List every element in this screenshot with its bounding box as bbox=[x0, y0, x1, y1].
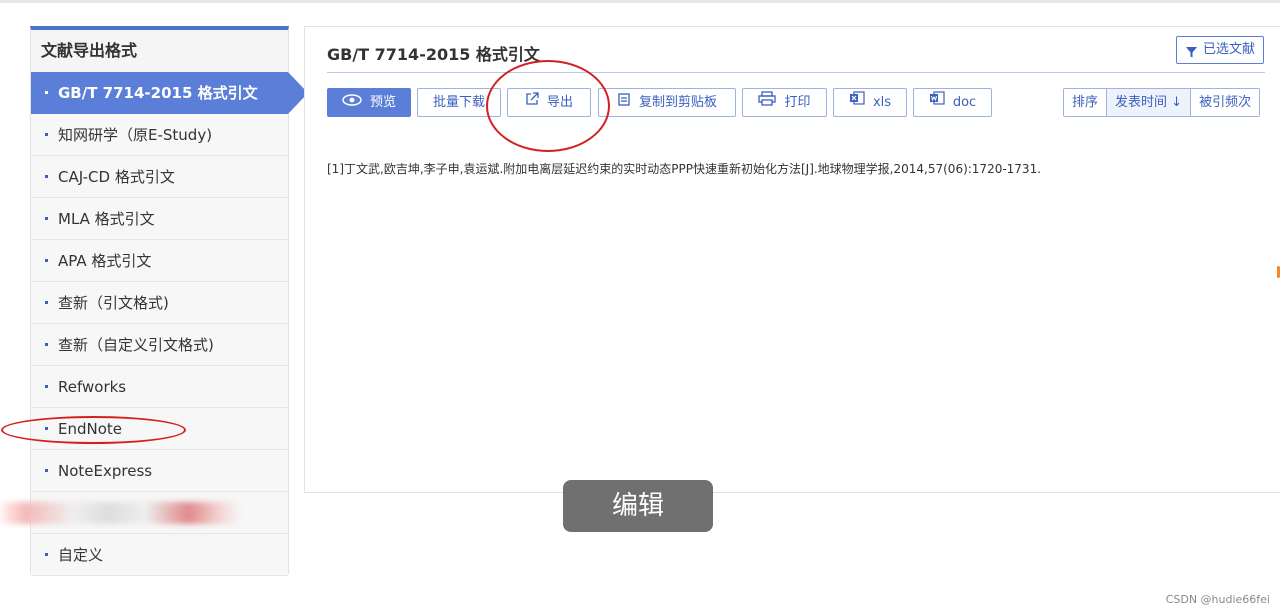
xls-label: xls bbox=[872, 95, 892, 110]
bullet-icon bbox=[45, 343, 48, 346]
sidebar-item-estudy[interactable]: 知网研学（原E-Study) bbox=[31, 114, 288, 156]
export-format-sidebar: 文献导出格式 GB/T 7714-2015 格式引文 知网研学（原E-Study… bbox=[1, 26, 308, 576]
print-label: 打印 bbox=[784, 95, 811, 110]
sidebar-item-gbt7714[interactable]: GB/T 7714-2015 格式引文 bbox=[31, 72, 308, 114]
export-button[interactable]: 导出 bbox=[507, 88, 591, 117]
bullet-icon bbox=[45, 385, 48, 388]
redaction-blur bbox=[1, 502, 241, 524]
bullet-icon bbox=[45, 217, 48, 220]
sidebar-item-endnote[interactable]: EndNote bbox=[31, 408, 288, 450]
sidebar-item-label: 查新（引文格式) bbox=[58, 294, 169, 312]
sidebar-item-label: CAJ-CD 格式引文 bbox=[58, 168, 175, 186]
sidebar-item-label: 查新（自定义引文格式) bbox=[58, 336, 214, 354]
sidebar-item-refworks[interactable]: Refworks bbox=[31, 366, 288, 408]
filter-icon bbox=[1185, 43, 1198, 69]
word-icon bbox=[929, 89, 945, 116]
pub-time-label: 发表时间 bbox=[1115, 95, 1168, 110]
sidebar-item-label: 知网研学（原E-Study) bbox=[58, 126, 213, 144]
format-list: GB/T 7714-2015 格式引文 知网研学（原E-Study) CAJ-C… bbox=[1, 72, 308, 576]
copy-clipboard-button[interactable]: 复制到剪贴板 bbox=[598, 88, 736, 117]
bullet-icon bbox=[45, 427, 48, 430]
sidebar-item-mla[interactable]: MLA 格式引文 bbox=[31, 198, 288, 240]
bullet-icon bbox=[45, 175, 48, 178]
bullet-icon bbox=[45, 133, 48, 136]
eye-icon bbox=[342, 89, 362, 116]
selected-docs-label: 已选文献 bbox=[1202, 42, 1255, 57]
export-doc-button[interactable]: doc bbox=[913, 88, 992, 117]
sidebar-item-label: 自定义 bbox=[58, 546, 104, 564]
sidebar-title: 文献导出格式 bbox=[31, 30, 288, 72]
sidebar-item-custom[interactable]: 自定义 bbox=[31, 534, 288, 576]
sidebar-item-noteexpress[interactable]: NoteExpress bbox=[31, 450, 288, 492]
batch-download-button[interactable]: 批量下载 bbox=[417, 88, 501, 117]
sidebar-item-label: EndNote bbox=[58, 420, 123, 438]
excel-icon bbox=[849, 89, 865, 116]
clipboard-icon bbox=[617, 89, 631, 116]
sidebar-item-label: Refworks bbox=[58, 378, 127, 396]
sidebar-item-label: GB/T 7714-2015 格式引文 bbox=[58, 84, 258, 102]
arrow-down-icon: ↓ bbox=[1167, 95, 1183, 110]
sidebar-item-label: NoteExpress bbox=[58, 462, 153, 480]
export-label: 导出 bbox=[546, 95, 573, 110]
sidebar-item-cajcd[interactable]: CAJ-CD 格式引文 bbox=[31, 156, 288, 198]
preview-button[interactable]: 预览 bbox=[327, 88, 411, 117]
citation-text: [1]丁文武,欧吉坤,李子申,袁运斌.附加电离层延迟约束的实时动态PPP快速重新… bbox=[327, 162, 1042, 176]
batch-download-label: 批量下载 bbox=[432, 95, 485, 110]
sidebar-item-novelty-custom[interactable]: 查新（自定义引文格式) bbox=[31, 324, 288, 366]
sidebar-item-label: APA 格式引文 bbox=[58, 252, 152, 270]
print-button[interactable]: 打印 bbox=[742, 88, 827, 117]
sort-by-pub-time[interactable]: 发表时间 ↓ bbox=[1107, 89, 1192, 116]
title-divider bbox=[327, 72, 1265, 73]
sidebar-item-apa[interactable]: APA 格式引文 bbox=[31, 240, 288, 282]
bullet-icon bbox=[45, 469, 48, 472]
bullet-icon bbox=[45, 301, 48, 304]
sort-controls: 排序 发表时间 ↓ 被引频次 bbox=[1063, 88, 1261, 117]
sidebar-item-redacted[interactable] bbox=[1, 492, 288, 534]
export-xls-button[interactable]: xls bbox=[833, 88, 907, 117]
external-link-icon bbox=[525, 89, 539, 116]
printer-icon bbox=[758, 89, 777, 116]
bullet-icon bbox=[45, 553, 48, 556]
citation-panel: GB/T 7714-2015 格式引文 已选文献 预览 批量下载 导出 复制到剪… bbox=[304, 26, 1280, 493]
sort-label: 排序 bbox=[1064, 89, 1108, 116]
sort-by-cited[interactable]: 被引频次 bbox=[1191, 89, 1260, 116]
sidebar-item-label: MLA 格式引文 bbox=[58, 210, 155, 228]
selected-docs-button[interactable]: 已选文献 bbox=[1175, 36, 1264, 64]
top-divider bbox=[0, 0, 1280, 3]
bullet-icon bbox=[45, 91, 48, 94]
preview-label: 预览 bbox=[369, 95, 396, 110]
doc-label: doc bbox=[952, 95, 977, 110]
bullet-icon bbox=[45, 259, 48, 262]
page-title: GB/T 7714-2015 格式引文 bbox=[327, 45, 540, 64]
copy-label: 复制到剪贴板 bbox=[638, 95, 717, 110]
edit-tooltip: 编辑 bbox=[563, 480, 713, 532]
sidebar-item-novelty-citation[interactable]: 查新（引文格式) bbox=[31, 282, 288, 324]
watermark: CSDN @hudie66fei bbox=[1165, 593, 1270, 606]
